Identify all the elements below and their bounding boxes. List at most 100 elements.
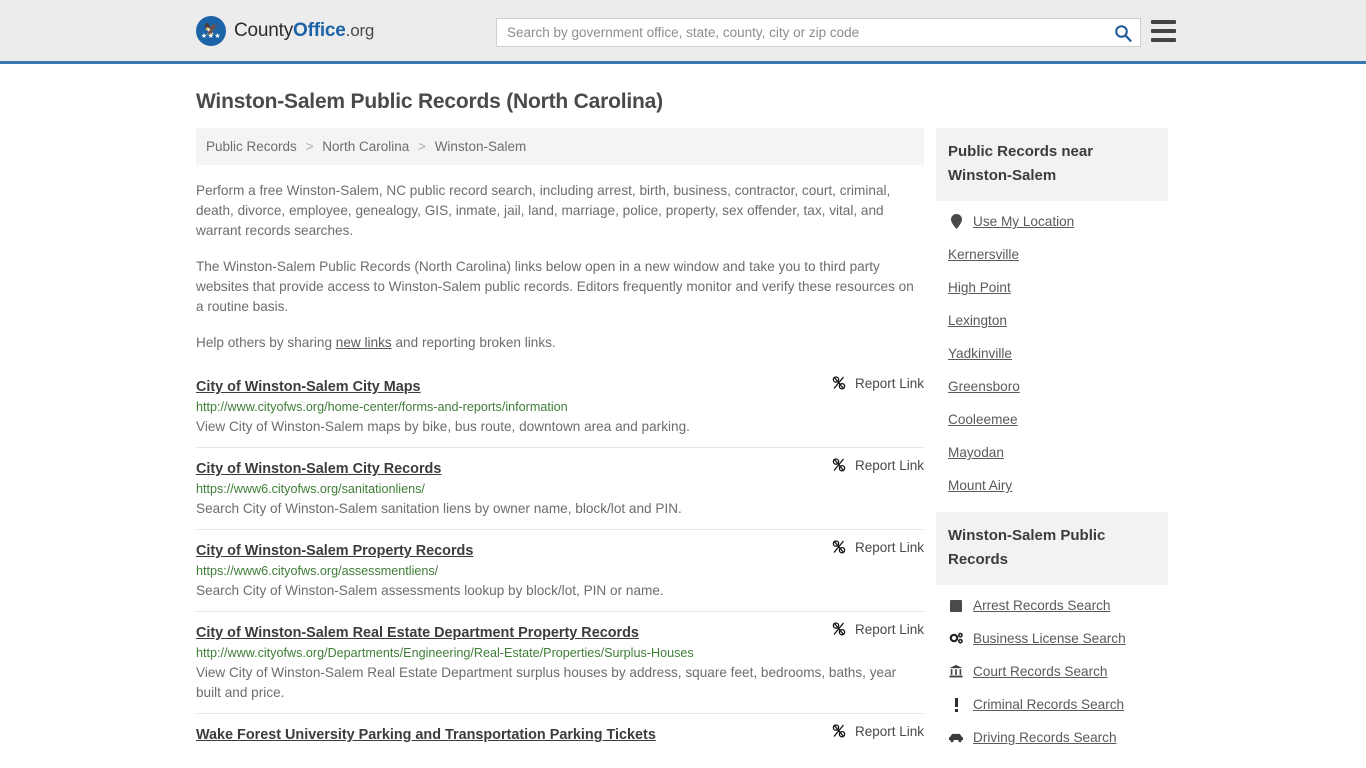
sidebar: Public Records near Winston-Salem Use My… bbox=[936, 128, 1168, 764]
result-url: https://www6.cityofws.org/assessmentlien… bbox=[196, 564, 439, 578]
result-title-link[interactable]: City of Winston-Salem Property Records bbox=[196, 543, 813, 559]
nearby-panel-list: Use My Location Kernersville High Point … bbox=[936, 201, 1168, 502]
help-prefix: Help others by sharing bbox=[196, 335, 336, 350]
report-link-button[interactable]: Report Link bbox=[831, 621, 924, 637]
hamburger-bar-3 bbox=[1151, 38, 1176, 42]
report-link-label: Report Link bbox=[854, 621, 924, 637]
new-links-link[interactable]: new links bbox=[336, 335, 392, 350]
intro-text: Perform a free Winston-Salem, NC public … bbox=[196, 181, 924, 353]
result-header: City of Winston-Salem City Records Repor… bbox=[196, 457, 924, 478]
hamburger-bar-2 bbox=[1151, 29, 1176, 33]
sidebar-item-business-license-search[interactable]: Business License Search bbox=[936, 622, 1168, 655]
hamburger-bar-1 bbox=[1151, 20, 1176, 24]
result-header: Wake Forest University Parking and Trans… bbox=[196, 723, 924, 744]
result-url: https://www6.cityofws.org/sanitationlien… bbox=[196, 482, 425, 496]
sidebar-item-label: Mount Airy bbox=[948, 478, 1013, 493]
result-header: City of Winston-Salem City Maps Report L… bbox=[196, 375, 924, 396]
page-title: Winston-Salem Public Records (North Caro… bbox=[196, 90, 663, 113]
report-link-label: Report Link bbox=[854, 723, 924, 739]
result-description: Search City of Winston-Salem sanitation … bbox=[196, 501, 682, 516]
sidebar-item-label: Mayodan bbox=[948, 445, 1004, 460]
result-title-link[interactable]: City of Winston-Salem City Records bbox=[196, 461, 813, 477]
sidebar-item-label: Arrest Records Search bbox=[973, 598, 1111, 613]
result-item: Wake Forest University Parking and Trans… bbox=[196, 713, 924, 753]
broken-link-icon bbox=[832, 376, 846, 390]
result-title-link[interactable]: Wake Forest University Parking and Trans… bbox=[196, 727, 813, 743]
records-panel-list: Arrest Records Search Business License S… bbox=[936, 585, 1168, 754]
site-header: 🦅 ★★★ CountyOffice.org bbox=[0, 0, 1366, 64]
main-column: Public Records > North Carolina > Winsto… bbox=[196, 128, 924, 753]
breadcrumb-item-public-records[interactable]: Public Records bbox=[206, 139, 297, 154]
result-header: City of Winston-Salem Real Estate Depart… bbox=[196, 621, 924, 642]
site-logo[interactable]: 🦅 ★★★ CountyOffice.org bbox=[196, 15, 374, 46]
sidebar-item-high-point[interactable]: High Point bbox=[936, 271, 1168, 304]
report-link-button[interactable]: Report Link bbox=[831, 723, 924, 739]
fingerprint-icon bbox=[948, 599, 964, 612]
sidebar-item-criminal-records-search[interactable]: Criminal Records Search bbox=[936, 688, 1168, 721]
result-item: City of Winston-Salem City Maps Report L… bbox=[196, 371, 924, 447]
result-description: View City of Winston-Salem maps by bike,… bbox=[196, 419, 690, 434]
search-button[interactable] bbox=[1106, 19, 1140, 46]
sidebar-item-greensboro[interactable]: Greensboro bbox=[936, 370, 1168, 403]
sidebar-item-lexington[interactable]: Lexington bbox=[936, 304, 1168, 337]
sidebar-item-mayodan[interactable]: Mayodan bbox=[936, 436, 1168, 469]
sidebar-item-label: Criminal Records Search bbox=[973, 697, 1125, 712]
hamburger-menu-button[interactable] bbox=[1151, 20, 1176, 42]
content-columns: Public Records > North Carolina > Winsto… bbox=[196, 128, 1170, 764]
broken-link-icon bbox=[832, 540, 846, 554]
result-item: City of Winston-Salem Property Records R… bbox=[196, 529, 924, 611]
records-panel-heading: Winston-Salem Public Records bbox=[936, 512, 1168, 585]
sidebar-item-driving-records-search[interactable]: Driving Records Search bbox=[936, 721, 1168, 754]
report-link-button[interactable]: Report Link bbox=[831, 457, 924, 473]
result-url: http://www.cityofws.org/home-center/form… bbox=[196, 400, 568, 414]
report-link-label: Report Link bbox=[854, 539, 924, 555]
brand-wordmark: CountyOffice.org bbox=[234, 20, 374, 42]
sidebar-item-court-records-search[interactable]: Court Records Search bbox=[936, 655, 1168, 688]
breadcrumb-item-winston-salem[interactable]: Winston-Salem bbox=[435, 139, 527, 154]
search-input[interactable] bbox=[497, 19, 1106, 46]
sidebar-item-label: Lexington bbox=[948, 313, 1007, 328]
sidebar-item-mount-airy[interactable]: Mount Airy bbox=[936, 469, 1168, 502]
broken-link-icon bbox=[832, 458, 846, 472]
public-records-panel: Winston-Salem Public Records Arrest Reco… bbox=[936, 512, 1168, 754]
sidebar-item-label: Use My Location bbox=[973, 214, 1075, 229]
result-header: City of Winston-Salem Property Records R… bbox=[196, 539, 924, 560]
sidebar-item-label: Cooleemee bbox=[948, 412, 1018, 427]
result-url: http://www.cityofws.org/Departments/Engi… bbox=[196, 646, 694, 660]
intro-help-line: Help others by sharing new links and rep… bbox=[196, 333, 924, 353]
sidebar-item-label: Yadkinville bbox=[948, 346, 1012, 361]
report-link-label: Report Link bbox=[854, 375, 924, 391]
breadcrumb-item-north-carolina[interactable]: North Carolina bbox=[322, 139, 409, 154]
search-bar bbox=[496, 18, 1141, 47]
sidebar-item-use-my-location[interactable]: Use My Location bbox=[936, 205, 1168, 238]
report-link-button[interactable]: Report Link bbox=[831, 375, 924, 391]
nearby-panel-heading: Public Records near Winston-Salem bbox=[936, 128, 1168, 201]
sidebar-item-yadkinville[interactable]: Yadkinville bbox=[936, 337, 1168, 370]
result-description: View City of Winston-Salem Real Estate D… bbox=[196, 665, 897, 700]
nearby-records-panel: Public Records near Winston-Salem Use My… bbox=[936, 128, 1168, 502]
brand-suffix: .org bbox=[345, 20, 375, 40]
breadcrumb: Public Records > North Carolina > Winsto… bbox=[196, 128, 924, 165]
result-item: City of Winston-Salem City Records Repor… bbox=[196, 447, 924, 529]
result-title-link[interactable]: City of Winston-Salem City Maps bbox=[196, 379, 813, 395]
broken-link-icon bbox=[832, 622, 846, 636]
search-icon bbox=[1115, 24, 1132, 42]
result-item: City of Winston-Salem Real Estate Depart… bbox=[196, 611, 924, 713]
sidebar-item-label: High Point bbox=[948, 280, 1011, 295]
intro-paragraph-2: The Winston-Salem Public Records (North … bbox=[196, 259, 914, 314]
result-description: Search City of Winston-Salem assessments… bbox=[196, 583, 664, 598]
help-suffix: and reporting broken links. bbox=[391, 335, 556, 350]
breadcrumb-separator-1: > bbox=[305, 139, 314, 154]
result-title-link[interactable]: City of Winston-Salem Real Estate Depart… bbox=[196, 625, 813, 641]
courthouse-icon bbox=[948, 665, 964, 678]
sidebar-item-label: Greensboro bbox=[948, 379, 1020, 394]
sidebar-item-label: Business License Search bbox=[973, 631, 1126, 646]
sidebar-item-cooleemee[interactable]: Cooleemee bbox=[936, 403, 1168, 436]
map-pin-icon bbox=[948, 214, 964, 229]
sidebar-item-label: Court Records Search bbox=[973, 664, 1108, 679]
report-link-button[interactable]: Report Link bbox=[831, 539, 924, 555]
brand-bold: Office bbox=[293, 19, 346, 41]
sidebar-item-kernersville[interactable]: Kernersville bbox=[936, 238, 1168, 271]
sidebar-item-arrest-records-search[interactable]: Arrest Records Search bbox=[936, 589, 1168, 622]
countyoffice-eagle-logo-icon: 🦅 ★★★ bbox=[196, 15, 226, 46]
